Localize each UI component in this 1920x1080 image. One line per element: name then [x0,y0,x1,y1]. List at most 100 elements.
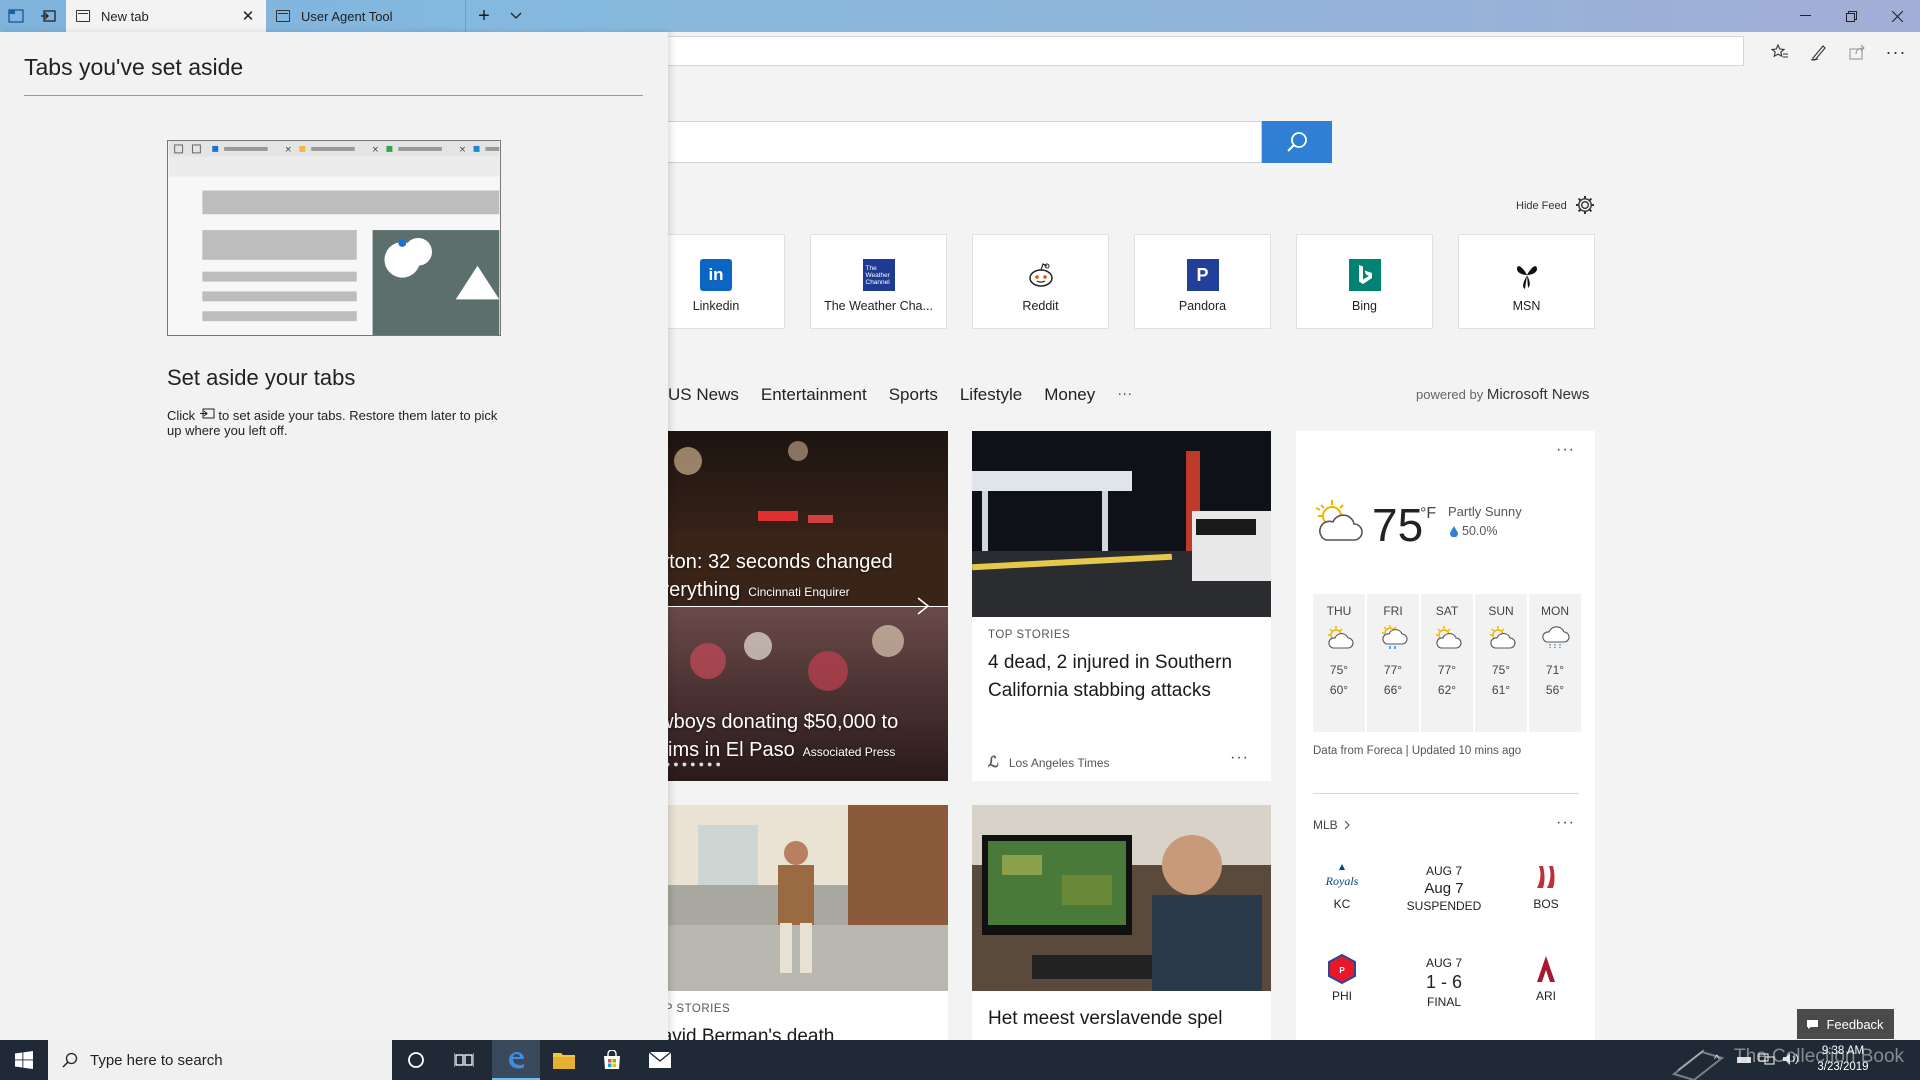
set-aside-tabs-icon [199,408,215,419]
svg-text:×: × [372,145,379,155]
tab-manager-icon[interactable] [0,0,32,32]
set-aside-illustration: × × × [167,140,501,336]
windows-logo-icon [15,1051,33,1069]
cortana-icon[interactable] [392,1040,440,1080]
gear-icon[interactable] [1574,194,1596,216]
top-site-tile-pandora[interactable]: P Pandora [1134,234,1271,329]
system-clock[interactable]: 9:38 AM 3/23/2019 [1808,1043,1878,1075]
team-kc[interactable]: Royals KC [1312,860,1372,911]
search-icon [1287,132,1307,152]
team-ari[interactable]: ARI [1516,952,1576,1003]
reddit-icon [1025,259,1057,291]
bing-icon [1348,259,1381,291]
hero-headline-1-line2[interactable]: everything Cincinnati Enquirer [648,576,850,606]
top-site-tile-msn[interactable]: MSN [1458,234,1595,329]
top-story-card[interactable]: TOP STORIES 4 dead, 2 injured in Souther… [972,431,1271,781]
news-source: Associated Press [802,745,896,759]
microsoft-news-brand[interactable]: Microsoft News [1487,386,1590,403]
windows-taskbar: Type here to search ^ The Collection Boo… [0,1040,1920,1080]
story-headline[interactable]: David Berman's death [648,1023,928,1040]
story-card-bottom-1[interactable]: TOP STORIES David Berman's death [648,805,948,1040]
set-aside-tabs-icon[interactable] [32,0,64,32]
file-explorer-icon[interactable] [540,1040,588,1080]
game-1-status[interactable]: AUG 7 Aug 7 SUSPENDED [1389,864,1499,913]
diamondbacks-logo-icon [1537,956,1555,982]
phillies-logo-icon: P [1328,953,1356,985]
forecast-day-thu[interactable]: THU 75° 60° [1313,594,1365,732]
weather-condition: Partly Sunny [1448,504,1522,519]
story-category: TOP STORIES [988,629,1071,641]
settings-more-icon[interactable]: ··· [1878,36,1914,68]
mlb-link[interactable]: MLB [1313,818,1350,832]
red-sox-logo-icon [1537,866,1555,888]
news-source: Cincinnati Enquirer [748,585,850,599]
address-bar[interactable] [610,36,1744,66]
page-icon [76,10,90,22]
tab-user-agent-tool[interactable]: User Agent Tool [266,0,466,32]
top-site-tile-linkedin[interactable]: in Linkedin [648,234,785,329]
mail-icon[interactable] [636,1040,684,1080]
top-site-tile-weather-channel[interactable]: The Weather Channel The Weather Cha... [810,234,947,329]
close-tab-icon[interactable]: ✕ [240,7,256,25]
story-more-options-button[interactable]: ··· [1230,749,1249,767]
feedback-button[interactable]: Feedback [1797,1009,1894,1039]
mlb-more-options-button[interactable]: ··· [1556,814,1575,832]
story-headline[interactable]: Het meest verslavende spel [988,1005,1251,1033]
partly-sunny-icon [1436,626,1462,649]
category-us-news[interactable]: US News [668,385,739,405]
search-button[interactable] [1262,121,1332,163]
forecast-day-fri[interactable]: FRI 77° 66° [1367,594,1419,732]
hero-headline-1[interactable]: ayton: 32 seconds changed [648,548,893,576]
minimize-icon[interactable] [1782,0,1828,32]
sun-rain-icon [1382,625,1408,649]
category-sports[interactable]: Sports [889,385,938,405]
partly-sunny-icon [1490,626,1516,649]
powered-prefix: powered by [1416,387,1484,402]
hero-carousel-card[interactable]: ayton: 32 seconds changed everything Cinc… [648,431,948,781]
task-view-icon[interactable] [440,1040,488,1080]
game-2-status[interactable]: AUG 7 1 - 6 FINAL [1389,956,1499,1009]
top-site-tile-reddit[interactable]: Reddit [972,234,1109,329]
favorites-icon[interactable] [1762,36,1798,68]
hero-headline-2[interactable]: owboys donating $50,000 to [648,708,898,736]
store-icon[interactable] [588,1040,636,1080]
weather-more-options-button[interactable]: ··· [1556,441,1575,459]
team-phi[interactable]: P PHI [1312,952,1372,1003]
web-note-pen-icon[interactable] [1801,36,1837,68]
story-card-bottom-2[interactable]: Het meest verslavende spel [972,805,1271,1040]
tab-label: User Agent Tool [301,8,393,24]
category-money[interactable]: Money [1044,385,1095,405]
divider [1313,793,1579,794]
category-entertainment[interactable]: Entertainment [761,385,867,405]
forecast-day-mon[interactable]: MON 71° 56° [1529,594,1581,732]
hide-feed-link[interactable]: Hide Feed [1516,200,1567,212]
edge-browser-icon[interactable] [492,1040,540,1080]
team-bos[interactable]: BOS [1516,860,1576,911]
top-site-tile-bing[interactable]: Bing [1296,234,1433,329]
tile-label: Reddit [1022,299,1059,313]
share-icon[interactable] [1840,36,1876,68]
restore-icon[interactable] [1828,0,1874,32]
start-button[interactable] [0,1040,48,1080]
close-window-icon[interactable] [1874,0,1920,32]
tab-label: New tab [101,8,149,24]
forecast-day-sat[interactable]: SAT 77° 62° [1421,594,1473,732]
web-search-input[interactable] [600,121,1262,163]
category-lifestyle[interactable]: Lifestyle [960,385,1022,405]
forecast-day-sun[interactable]: SUN 75° 61° [1475,594,1527,732]
rain-cloud-icon [1542,626,1570,648]
svg-text:×: × [285,145,292,155]
category-more-button[interactable]: ··· [1117,385,1132,405]
temperature-unit[interactable]: °F [1420,505,1436,523]
tab-new-tab[interactable]: New tab ✕ [66,0,266,32]
story-headline[interactable]: 4 dead, 2 injured in Southern California… [988,649,1251,705]
show-hidden-icons-icon[interactable]: ^ [1714,1052,1720,1066]
pandora-icon: P [1186,259,1219,291]
tab-preview-chevron-icon[interactable] [500,0,532,32]
new-tab-button[interactable]: + [468,0,500,32]
taskbar-search-box[interactable]: Type here to search [48,1040,392,1080]
los-angeles-times-icon: ℒ [988,755,999,771]
msn-icon [1511,259,1543,291]
svg-text:×: × [459,145,466,155]
weather-footer[interactable]: Data from Foreca | Updated 10 mins ago [1313,745,1521,757]
